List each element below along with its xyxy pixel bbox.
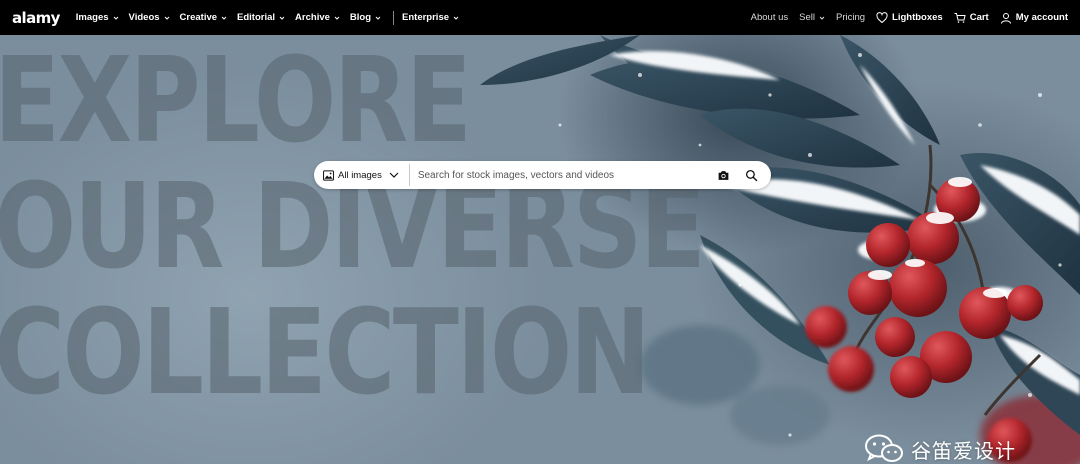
nav-my-account[interactable]: My account <box>1000 12 1068 24</box>
nav-images[interactable]: Images <box>76 12 119 23</box>
secondary-nav: About us Sell Pricing Lightboxes Cart My… <box>740 11 1068 24</box>
nav-enterprise-label: Enterprise <box>402 12 450 23</box>
nav-sell[interactable]: Sell <box>799 12 825 23</box>
chevron-down-icon <box>453 16 459 20</box>
search-type-dropdown[interactable]: All images <box>314 161 409 189</box>
chevron-down-icon <box>389 172 399 178</box>
wechat-icon <box>865 434 903 462</box>
nav-lightboxes[interactable]: Lightboxes <box>876 11 943 24</box>
alamy-logo[interactable]: alamy <box>12 9 60 27</box>
search-submit-button[interactable] <box>737 161 765 189</box>
visual-search-button[interactable] <box>709 161 737 189</box>
primary-nav: Images Videos Creative Editorial Archive… <box>76 10 469 25</box>
search-icon <box>745 169 757 181</box>
camera-icon <box>718 170 728 180</box>
nav-editorial[interactable]: Editorial <box>237 12 285 23</box>
nav-creative[interactable]: Creative <box>180 12 228 23</box>
hero-headline: EXPLORE OUR DIVERSE COLLECTION <box>0 35 706 421</box>
nav-creative-label: Creative <box>179 12 218 23</box>
nav-videos[interactable]: Videos <box>129 12 170 23</box>
nav-editorial-label: Editorial <box>237 12 276 23</box>
headline-line: EXPLORE <box>0 35 472 169</box>
chevron-down-icon <box>279 16 285 20</box>
nav-cart[interactable]: Cart <box>954 12 989 24</box>
chevron-down-icon <box>375 16 381 20</box>
nav-blog[interactable]: Blog <box>350 12 381 23</box>
search-bar: All images <box>314 161 771 189</box>
headline-line: COLLECTION <box>0 283 651 421</box>
cart-icon <box>954 12 966 23</box>
nav-my-account-label: My account <box>1015 12 1068 23</box>
wechat-watermark: 谷笛爱设计 <box>864 433 1016 464</box>
nav-archive-label: Archive <box>295 12 330 23</box>
nav-videos-label: Videos <box>128 12 160 23</box>
image-icon <box>323 169 334 181</box>
search-input[interactable] <box>409 161 709 189</box>
user-icon <box>1000 12 1011 24</box>
nav-divider <box>393 10 395 25</box>
nav-archive[interactable]: Archive <box>295 12 340 23</box>
heart-icon <box>876 11 888 23</box>
nav-images-label: Images <box>75 12 109 23</box>
chevron-down-icon <box>221 16 227 20</box>
nav-pricing[interactable]: Pricing <box>836 12 865 23</box>
nav-cart-label: Cart <box>969 12 989 23</box>
nav-sell-label: Sell <box>799 12 815 23</box>
watermark-text: 谷笛爱设计 <box>911 438 1016 463</box>
nav-lightboxes-label: Lightboxes <box>892 12 943 23</box>
chevron-down-icon <box>113 16 118 20</box>
search-type-label: All images <box>338 169 382 181</box>
nav-enterprise[interactable]: Enterprise <box>402 12 459 23</box>
chevron-down-icon <box>334 16 340 20</box>
nav-blog-label: Blog <box>349 12 372 23</box>
nav-about-us[interactable]: About us <box>751 12 789 23</box>
chevron-down-icon <box>819 16 825 20</box>
chevron-down-icon <box>164 16 169 20</box>
top-navigation-bar: alamy Images Videos Creative Editorial A… <box>0 0 1080 35</box>
hero-banner: EXPLORE OUR DIVERSE COLLECTION All image… <box>0 35 1080 464</box>
